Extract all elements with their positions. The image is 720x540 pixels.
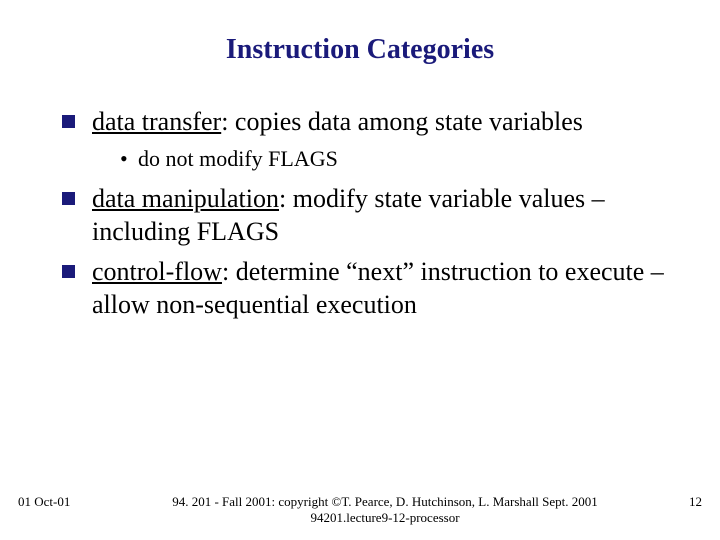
footer-line1: 94. 201 - Fall 2001: copyright ©T. Pearc… [116,494,654,510]
footer-date: 01 Oct-01 [18,494,108,510]
bullet-list: data transfer: copies data among state v… [48,106,672,321]
footer-page-number: 12 [662,494,702,510]
footer-row: 01 Oct-01 94. 201 - Fall 2001: copyright… [18,494,702,526]
bullet-data-manipulation: data manipulation: modify state variable… [62,183,672,248]
term-data-transfer: data transfer [92,107,221,136]
term-control-flow: control-flow [92,257,222,286]
footer-line2: 94201.lecture9-12-processor [116,510,654,526]
sub-bullet-list: do not modify FLAGS [92,145,672,174]
slide: Instruction Categories data transfer: co… [0,0,720,540]
bullet-data-transfer: data transfer: copies data among state v… [62,106,672,173]
footer: 01 Oct-01 94. 201 - Fall 2001: copyright… [0,494,720,526]
footer-center: 94. 201 - Fall 2001: copyright ©T. Pearc… [108,494,662,526]
slide-title: Instruction Categories [48,34,672,66]
sub-bullet-flags: do not modify FLAGS [120,145,672,174]
term-data-manipulation: data manipulation [92,184,279,213]
bullet-control-flow: control-flow: determine “next” instructi… [62,256,672,321]
text-data-transfer: : copies data among state variables [221,107,583,136]
